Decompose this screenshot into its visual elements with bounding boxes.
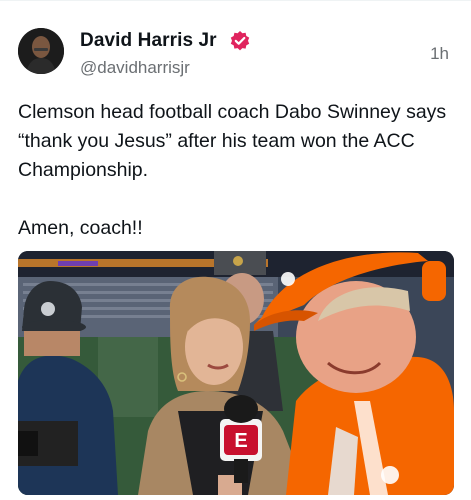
verified-badge-icon bbox=[230, 31, 250, 51]
avatar-photo bbox=[18, 28, 64, 74]
top-divider bbox=[0, 0, 471, 1]
author-avatar[interactable] bbox=[18, 28, 64, 74]
mic-flag-label: E bbox=[234, 430, 247, 452]
post-photo: E bbox=[18, 251, 454, 495]
post-text: Clemson head football coach Dabo Swinney… bbox=[18, 101, 447, 239]
post-media-image[interactable]: E bbox=[18, 251, 454, 495]
author-handle[interactable]: @davidharrisjr bbox=[80, 58, 190, 78]
author-display-name[interactable]: David Harris Jr bbox=[80, 30, 217, 52]
post-timestamp[interactable]: 1h bbox=[430, 44, 449, 64]
